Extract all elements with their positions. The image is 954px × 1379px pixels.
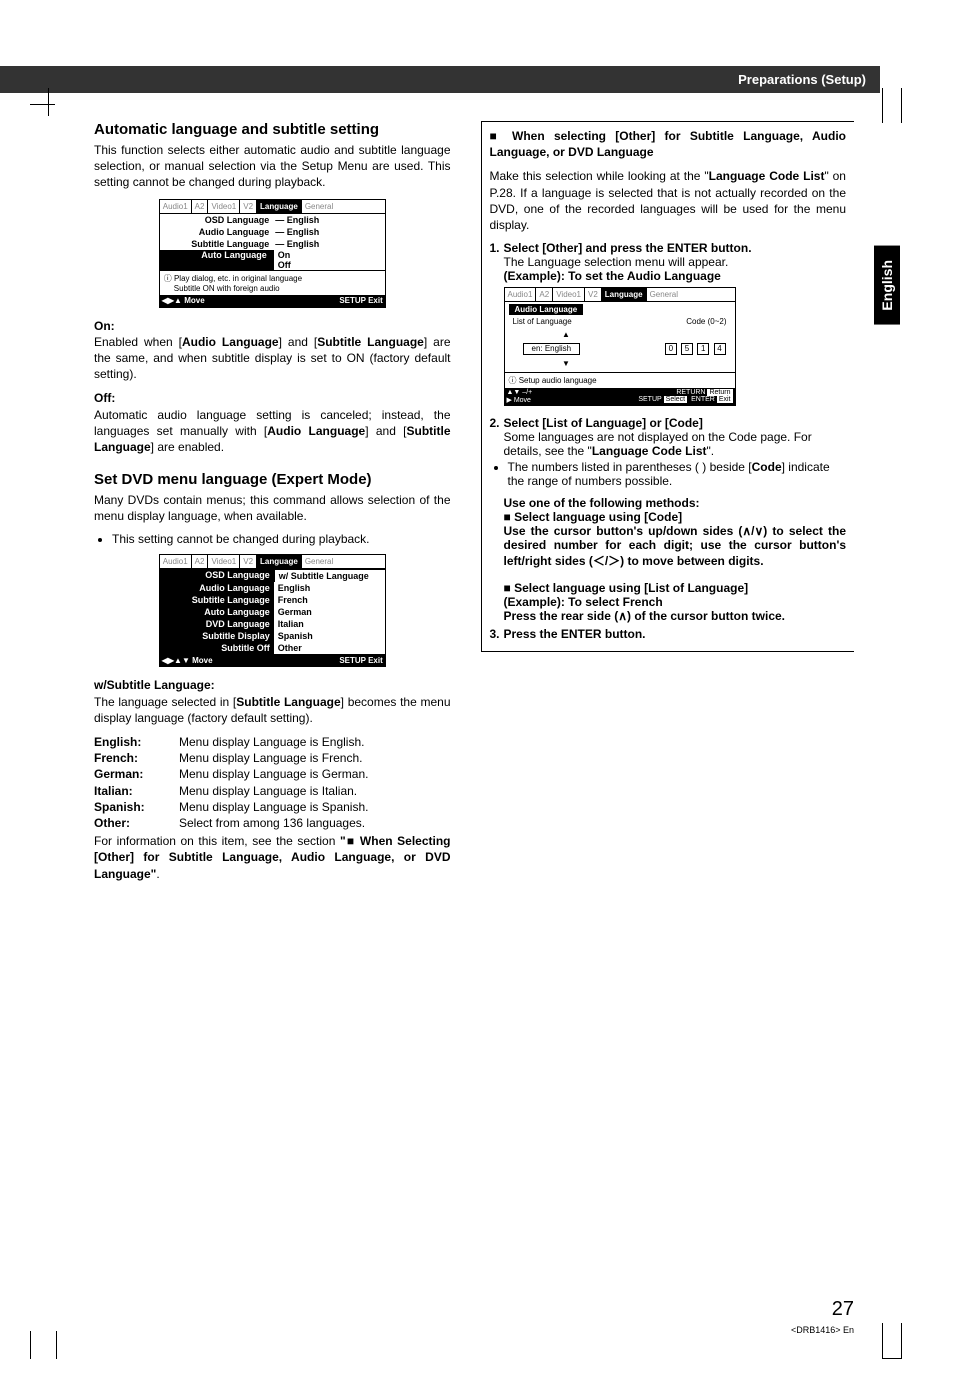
para-dvd-menu: Many DVDs contain menus; this command al… — [94, 492, 451, 524]
tab: Audio1 — [160, 200, 192, 213]
crop-mark — [30, 104, 55, 106]
menu-label: Audio Language — [164, 227, 276, 237]
step2-bullet: The numbers listed in parentheses ( ) be… — [508, 460, 847, 488]
method-list-example: (Example): To select French — [504, 595, 847, 609]
menu-foot-exit: SETUP Exit — [339, 656, 382, 665]
menu-label: Subtitle Language — [164, 239, 276, 249]
w-subtitle-block: w/Subtitle Language: The language select… — [94, 677, 451, 726]
method-list-heading: Select language using [List of Language] — [504, 581, 847, 595]
option-off: Off — [278, 260, 385, 270]
para-auto-lang: This function selects either automatic a… — [94, 142, 451, 191]
crop-mark — [0, 88, 49, 116]
setup-info: ⓘ Setup audio language — [505, 372, 735, 388]
step-3: 3. Press the ENTER button. — [490, 627, 847, 641]
audio-language-title: Audio Language — [509, 304, 584, 315]
method-code-body: Use the cursor button's up/down sides (∧… — [504, 524, 847, 569]
tail-note: For information on this item, see the se… — [94, 833, 451, 882]
list-of-language-label: List of Language — [513, 317, 572, 326]
code-digit: 1 — [697, 343, 709, 355]
crop-mark — [882, 88, 902, 123]
code-digit: 4 — [714, 343, 726, 355]
page-number: 27 — [832, 1298, 854, 1321]
tab: A2 — [192, 200, 209, 213]
left-column: Automatic language and subtitle setting … — [94, 121, 451, 890]
menu-label: OSD Language — [164, 215, 276, 225]
foot-updown: ▲▼ –/+ — [507, 389, 533, 396]
page-footer-code: <DRB1416> En — [791, 1325, 854, 1335]
right-column: When selecting [Other] for Subtitle Lang… — [481, 121, 855, 652]
right-intro: Make this selection while looking at the… — [490, 168, 847, 233]
section-header: Preparations (Setup) — [0, 66, 880, 93]
menu-screenshot-audio-language-select: Audio1 A2 Video1 V2 Language General Aud… — [504, 287, 736, 406]
tab: V2 — [240, 200, 257, 213]
foot-move: ▶ Move — [507, 396, 533, 404]
step-2: 2. Select [List of Language] or [Code] S… — [490, 416, 847, 458]
off-block: Off: Automatic audio language setting is… — [94, 390, 451, 455]
method-code-heading: Select language using [Code] — [504, 510, 847, 524]
step-1: 1. Select [Other] and press the ENTER bu… — [490, 241, 847, 283]
crop-mark — [30, 1331, 57, 1359]
crop-mark — [882, 1323, 902, 1359]
language-side-tab: English — [874, 246, 900, 325]
heading-dvd-menu-lang: Set DVD menu language (Expert Mode) — [94, 471, 451, 488]
heading-auto-lang: Automatic language and subtitle setting — [94, 121, 451, 138]
right-heading: When selecting [Other] for Subtitle Lang… — [490, 128, 847, 160]
arrow-up-icon: ▲ — [513, 330, 620, 339]
option-on: On — [278, 250, 385, 260]
code-digit: 0 — [665, 343, 677, 355]
menu-selected-label: Auto Language — [160, 250, 273, 270]
code-digit: 5 — [681, 343, 693, 355]
menu-screenshot-dvd-language: Audio1 A2 Video1 V2 Language General OSD… — [159, 554, 386, 667]
menu-info-line: Subtitle ON with foreign audio — [164, 284, 381, 293]
menu-screenshot-auto-language: Audio1 A2 Video1 V2 Language General OSD… — [159, 199, 386, 308]
language-entry: en: English — [523, 343, 581, 355]
menu-foot-move: ◀▶▲▼ Move — [162, 656, 340, 665]
tab: Video1 — [208, 200, 240, 213]
code-label: Code (0~2) — [686, 317, 726, 326]
tab-active: Language — [257, 200, 302, 213]
on-block: On: Enabled when [Audio Language] and [S… — [94, 318, 451, 383]
menu-foot-move: ◀▶▲ Move — [162, 296, 340, 305]
method-list-body: Press the rear side (∧) of the cursor bu… — [504, 609, 847, 623]
use-methods-heading: Use one of the following methods: — [504, 496, 847, 510]
tab: General — [302, 200, 336, 213]
menu-info-line: ⓘ Play dialog, etc. in original language — [164, 273, 381, 284]
menu-foot-exit: SETUP Exit — [339, 296, 382, 305]
arrow-down-icon: ▼ — [513, 359, 620, 368]
bullet-note: This setting cannot be changed during pl… — [112, 532, 451, 546]
